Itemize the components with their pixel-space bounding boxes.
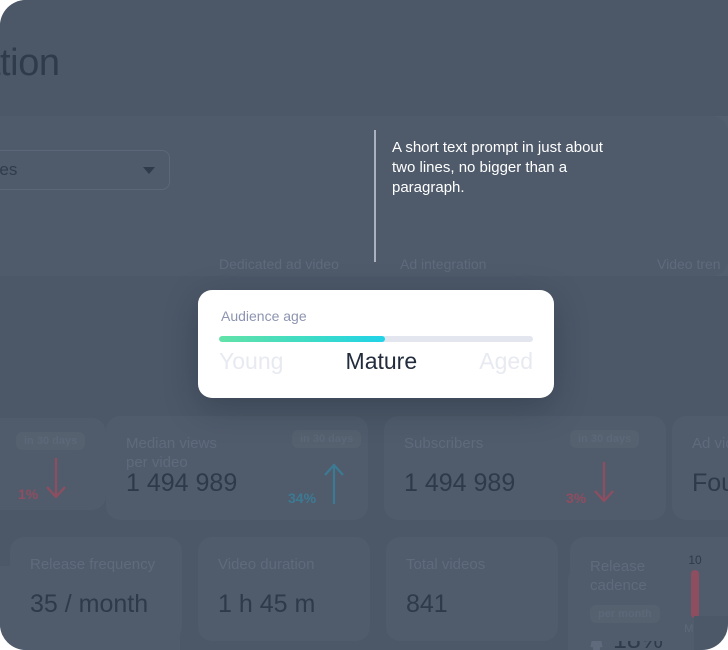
country-select[interactable]: d States bbox=[0, 150, 170, 190]
metric-caption: Video tren bbox=[657, 256, 721, 272]
median-views-delta: 34% bbox=[288, 460, 348, 506]
release-frequency-tile: Release frequency 35 / month bbox=[10, 537, 182, 641]
badge-in-30-days: in 30 days bbox=[570, 430, 640, 448]
total-videos-caption: Total videos bbox=[406, 556, 486, 573]
video-duration-caption: Video duration bbox=[218, 556, 315, 573]
tooltip-rule bbox=[374, 130, 376, 262]
audience-age-option-young[interactable]: Young bbox=[219, 348, 283, 375]
ad-video-value: Foun bbox=[692, 469, 728, 497]
arrow-down-icon bbox=[594, 462, 615, 503]
median-views-delta-percent: 34% bbox=[288, 490, 317, 506]
median-views-value: 1 494 989 bbox=[126, 469, 238, 497]
ad-video-caption: Ad vide bbox=[692, 435, 728, 452]
median-views-caption: Median views per video bbox=[126, 435, 217, 472]
audience-age-option-mature[interactable]: Mature bbox=[346, 348, 418, 375]
window-corner-mask bbox=[694, 616, 728, 650]
prompt-tooltip: A short text prompt in just about two li… bbox=[374, 130, 624, 262]
badge-in-30-days: in 30 days bbox=[16, 432, 86, 450]
audience-age-caption: Audience age bbox=[221, 308, 307, 324]
subscribers-caption: Subscribers bbox=[404, 435, 484, 452]
video-duration-tile: Video duration 1 h 45 m bbox=[198, 537, 370, 641]
subscribers-delta-percent: 3% bbox=[566, 490, 587, 506]
ad-video-tile: Ad vide Foun bbox=[672, 416, 728, 520]
subscribers-tile: Subscribers 1 494 989 in 30 days 3% bbox=[384, 416, 666, 520]
page-title: mation bbox=[0, 42, 60, 84]
subscribers-value: 1 494 989 bbox=[404, 469, 516, 497]
release-frequency-value: 35 / month bbox=[30, 590, 149, 618]
median-views-tile: Median views per video 1 494 989 in 30 d… bbox=[106, 416, 368, 520]
cadence-bar-shape bbox=[691, 570, 699, 618]
chevron-down-icon bbox=[143, 166, 155, 174]
arrow-down-icon bbox=[46, 458, 67, 499]
total-videos-value: 841 bbox=[406, 590, 448, 618]
metric-caption: Ad integration bbox=[400, 256, 487, 272]
cadence-bar-value: 10 bbox=[688, 553, 702, 567]
views-delta-percent: 1% bbox=[18, 486, 39, 502]
release-frequency-caption: Release frequency bbox=[30, 556, 156, 573]
page-header: mation bbox=[0, 0, 728, 116]
audience-age-card[interactable]: Audience age Young Mature Aged bbox=[198, 290, 554, 398]
views-delta: 1% bbox=[18, 456, 70, 502]
badge-per-month: per month bbox=[590, 605, 660, 623]
video-duration-value: 1 h 45 m bbox=[218, 590, 316, 618]
audience-age-labels: Young Mature Aged bbox=[219, 348, 533, 375]
subscribers-delta: 3% bbox=[566, 460, 618, 506]
badge-in-30-days: in 30 days bbox=[292, 430, 362, 448]
country-select-value: d States bbox=[0, 160, 18, 179]
metric-caption: Dedicated ad video bbox=[219, 256, 339, 272]
audience-age-option-aged[interactable]: Aged bbox=[479, 348, 533, 375]
tooltip-text: A short text prompt in just about two li… bbox=[392, 139, 603, 196]
total-videos-tile: Total videos 841 bbox=[386, 537, 558, 641]
arrow-up-icon bbox=[324, 463, 344, 504]
audience-age-progress-bar[interactable] bbox=[219, 336, 533, 342]
cadence-bar-value: 1 bbox=[718, 594, 728, 608]
release-cadence-caption: Release cadence bbox=[590, 558, 647, 595]
dashboard-window: mation d States Dedicated ad video $757,… bbox=[0, 0, 728, 650]
views-delta-tile: in 30 days 1% bbox=[0, 418, 106, 510]
